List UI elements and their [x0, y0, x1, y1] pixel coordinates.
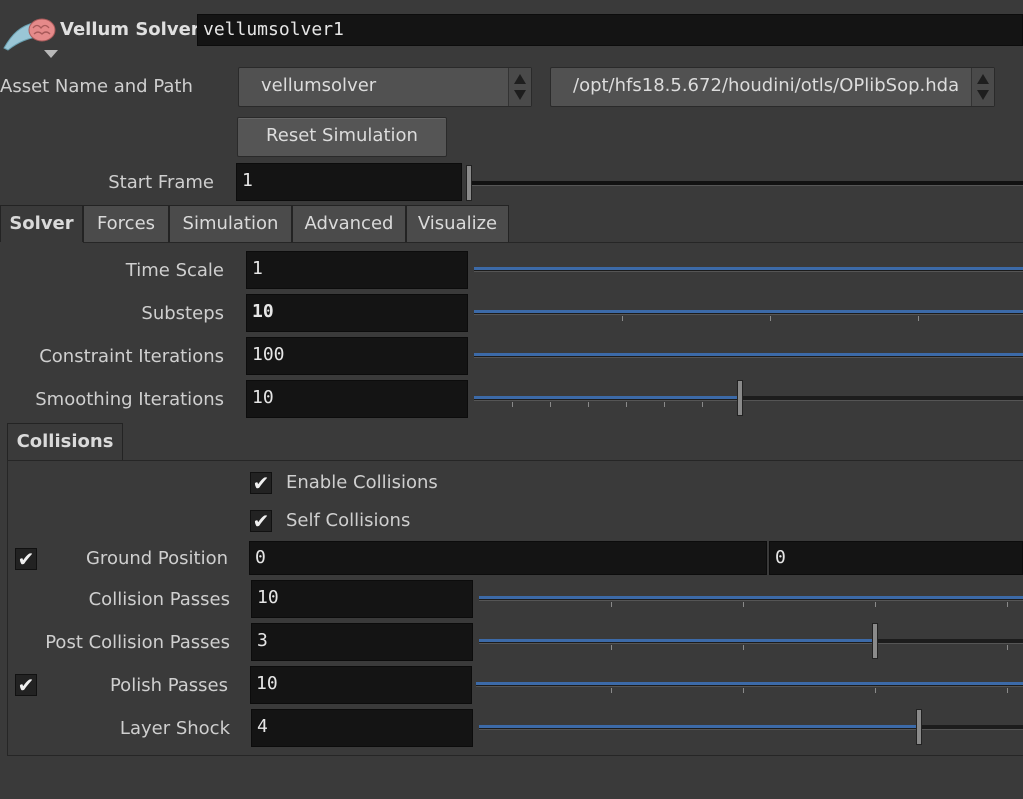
start-frame-field[interactable]: 1	[236, 163, 462, 201]
slider-tick	[918, 316, 919, 321]
time-scale-field[interactable]: 1	[246, 251, 468, 289]
tab-forces[interactable]: Forces	[83, 205, 169, 242]
slider-tick	[611, 602, 612, 607]
slider-fill	[474, 267, 1023, 270]
asset-path-combo[interactable]: /opt/hfs18.5.672/houdini/otls/OPlibSop.h…	[550, 67, 995, 107]
asset-name-arrows-icon	[508, 68, 531, 106]
brain-cloth-icon	[3, 18, 56, 51]
asset-name-value: vellumsolver	[261, 75, 377, 96]
slider-tick	[512, 402, 513, 407]
slider-tick	[875, 602, 876, 607]
slider-fill	[474, 353, 1023, 356]
polish-passes-field[interactable]: 10	[250, 666, 472, 704]
asset-path-arrows-icon	[971, 68, 994, 106]
ground-position-x-field[interactable]: 0	[249, 541, 767, 575]
collision-passes-field[interactable]: 10	[251, 580, 473, 618]
slider-tick	[626, 402, 627, 407]
slider-rail	[466, 181, 1023, 186]
tab-advanced[interactable]: Advanced	[292, 205, 406, 242]
slider-thumb[interactable]	[466, 165, 472, 201]
layer-shock-field[interactable]: 4	[251, 709, 473, 747]
post-collision-passes-slider[interactable]	[479, 623, 1023, 659]
constraint-iterations-field[interactable]: 100	[246, 337, 468, 375]
slider-tick	[550, 402, 551, 407]
node-menu-arrow-icon[interactable]	[44, 50, 58, 58]
smoothing-iterations-slider[interactable]	[474, 380, 1023, 416]
constraint-iterations-label: Constraint Iterations	[39, 346, 224, 367]
tab-collisions[interactable]: Collisions	[7, 423, 123, 461]
layer-shock-label: Layer Shock	[119, 718, 230, 739]
constraint-iterations-slider[interactable]	[474, 348, 1023, 362]
reset-simulation-button[interactable]: Reset Simulation	[237, 117, 447, 157]
ground-position-label: Ground Position	[85, 548, 228, 569]
tab-solver[interactable]: Solver	[0, 205, 83, 242]
slider-fill	[476, 682, 1023, 685]
ground-position-y-field[interactable]: 0	[769, 541, 1023, 575]
slider-fill	[479, 639, 875, 642]
post-collision-passes-label: Post Collision Passes	[45, 632, 230, 653]
tab-underline	[83, 242, 1023, 243]
tab-visualize[interactable]: Visualize	[406, 205, 509, 242]
post-collision-passes-field[interactable]: 3	[251, 623, 473, 661]
slider-fill	[474, 396, 740, 399]
substeps-slider[interactable]	[474, 305, 1023, 321]
time-scale-slider[interactable]	[474, 262, 1023, 276]
slider-tick	[622, 316, 623, 321]
slider-tick	[743, 645, 744, 650]
slider-tick	[664, 402, 665, 407]
asset-path-value: /opt/hfs18.5.672/houdini/otls/OPlibSop.h…	[573, 75, 960, 96]
slider-fill	[474, 310, 1023, 313]
smoothing-iterations-field[interactable]: 10	[246, 380, 468, 418]
slider-tick	[770, 316, 771, 321]
smoothing-iterations-label: Smoothing Iterations	[35, 389, 224, 410]
collision-passes-label: Collision Passes	[88, 589, 230, 610]
slider-tick	[1007, 602, 1008, 607]
slider-fill	[479, 596, 1023, 599]
enable-collisions-label: Enable Collisions	[286, 472, 438, 493]
node-name-field[interactable]: vellumsolver1	[197, 14, 1023, 46]
time-scale-label: Time Scale	[125, 260, 224, 281]
slider-tick	[1007, 645, 1008, 650]
enable-collisions-checkbox[interactable]: ✔	[250, 472, 272, 494]
slider-tick	[875, 688, 876, 693]
start-frame-label: Start Frame	[108, 172, 214, 193]
layer-shock-slider[interactable]	[479, 709, 1023, 745]
slider-tick	[702, 402, 703, 407]
slider-thumb[interactable]	[916, 709, 922, 745]
collision-passes-slider[interactable]	[479, 591, 1023, 607]
slider-tick	[1007, 688, 1008, 693]
polish-passes-label: Polish Passes	[109, 675, 228, 696]
self-collisions-label: Self Collisions	[286, 510, 411, 531]
self-collisions-checkbox[interactable]: ✔	[250, 510, 272, 532]
slider-tick	[588, 402, 589, 407]
start-frame-slider[interactable]	[466, 165, 1023, 201]
slider-thumb[interactable]	[737, 380, 743, 416]
polish-passes-slider[interactable]	[476, 677, 1023, 693]
node-icon	[2, 12, 58, 52]
slider-tick	[611, 688, 612, 693]
tab-simulation[interactable]: Simulation	[169, 205, 292, 242]
asset-label: Asset Name and Path	[0, 76, 193, 97]
slider-tick	[743, 602, 744, 607]
slider-fill	[479, 725, 919, 728]
substeps-label: Substeps	[141, 303, 224, 324]
slider-tick	[611, 645, 612, 650]
substeps-field[interactable]: 10	[246, 294, 468, 332]
asset-name-combo[interactable]: vellumsolver	[238, 67, 532, 107]
node-type-label: Vellum Solver	[60, 19, 200, 40]
slider-thumb[interactable]	[872, 623, 878, 659]
slider-tick	[743, 688, 744, 693]
